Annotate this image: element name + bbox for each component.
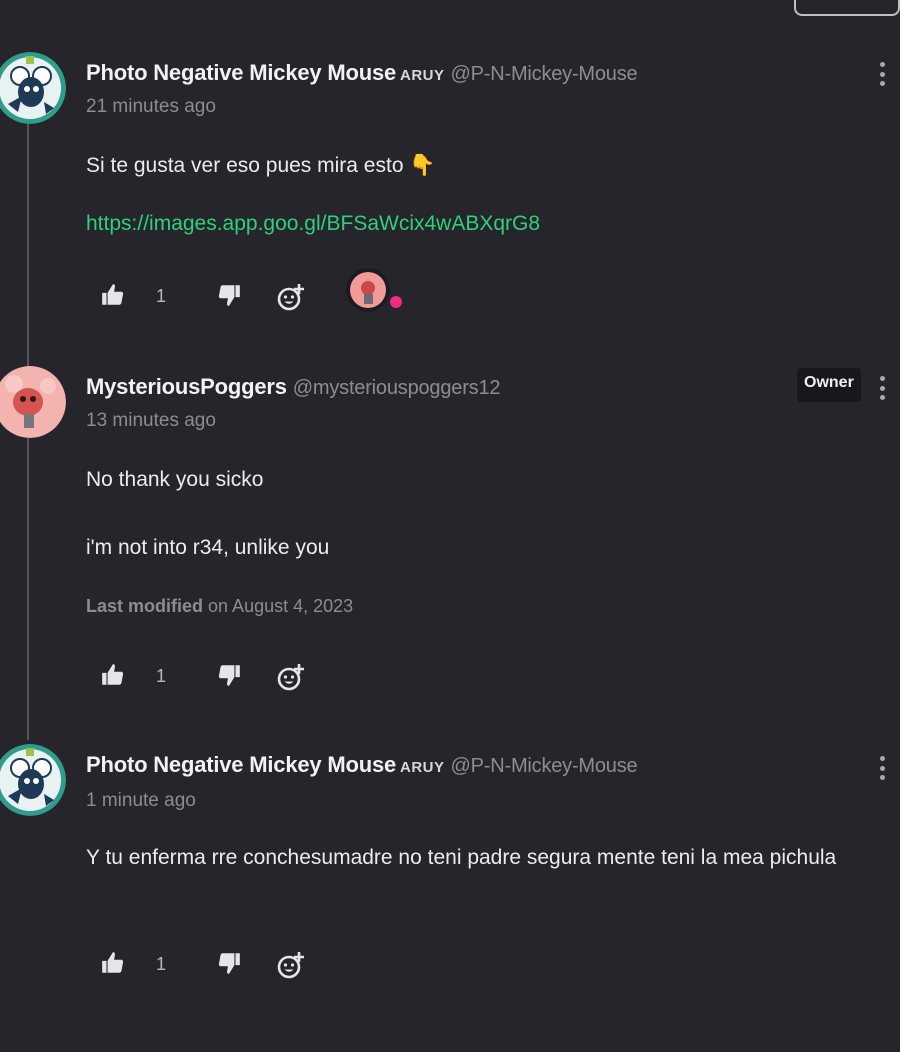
like-count: 1 (156, 666, 167, 686)
comment-text: i'm not into r34, unlike you (86, 536, 330, 559)
author-name[interactable]: Photo Negative Mickey Mouse (86, 752, 396, 777)
comment-link[interactable]: https://images.app.goo.gl/BFSaWcix4wABXq… (86, 212, 540, 236)
add-reaction-icon[interactable] (276, 662, 306, 697)
add-reaction-icon[interactable] (276, 282, 306, 317)
owner-badge: Owner (797, 368, 861, 402)
thumbs-up-icon[interactable] (100, 950, 126, 981)
author-badge: ARUY (400, 67, 445, 84)
comment-text: No thank you sicko (86, 468, 264, 491)
thumbs-down-icon[interactable] (216, 282, 242, 313)
modified-label: Last modified (86, 596, 204, 616)
user-avatar[interactable] (0, 744, 66, 816)
comment-author[interactable]: MysteriousPoggers @mysteriouspoggers12 (86, 374, 500, 400)
thumbs-up-icon[interactable] (100, 662, 126, 693)
author-handle[interactable]: @P-N-Mickey-Mouse (451, 63, 638, 85)
like-count: 1 (156, 954, 167, 974)
modified-date: on August 4, 2023 (208, 596, 354, 616)
thumbs-up-icon[interactable] (100, 282, 126, 313)
more-vertical-icon[interactable] (874, 60, 890, 88)
reaction-avatar[interactable] (346, 268, 390, 312)
thumbs-down-icon[interactable] (216, 662, 242, 693)
comment-author[interactable]: Photo Negative Mickey Mouse ARUY @P-N-Mick… (86, 60, 638, 86)
author-handle[interactable]: @mysteriouspoggers12 (293, 377, 501, 399)
comment-text: Y tu enferma rre conchesumadre no teni p… (86, 846, 837, 869)
author-badge: ARUY (400, 759, 445, 776)
thread-line (27, 120, 29, 370)
more-vertical-icon[interactable] (874, 754, 890, 782)
author-handle[interactable]: @P-N-Mickey-Mouse (451, 755, 638, 777)
comment-author[interactable]: Photo Negative Mickey Mouse ARUY @P-N-Mick… (86, 752, 638, 778)
user-avatar[interactable] (0, 366, 66, 438)
author-name[interactable]: Photo Negative Mickey Mouse (86, 60, 396, 85)
more-vertical-icon[interactable] (874, 374, 890, 402)
top-corner-button[interactable] (794, 0, 900, 16)
add-reaction-icon[interactable] (276, 950, 306, 985)
user-avatar[interactable] (0, 52, 66, 124)
thumbs-down-icon[interactable] (216, 950, 242, 981)
comment-text: Si te gusta ver eso pues mira esto 👇 (86, 154, 436, 177)
modified-note: Last modified on August 4, 2023 (86, 596, 353, 617)
thread-line (27, 438, 29, 740)
like-count: 1 (156, 286, 167, 306)
comment-timestamp[interactable]: 21 minutes ago (86, 96, 216, 118)
comment-timestamp[interactable]: 13 minutes ago (86, 410, 216, 432)
comment-timestamp[interactable]: 1 minute ago (86, 790, 196, 812)
reaction-indicator (390, 296, 402, 308)
author-name[interactable]: MysteriousPoggers (86, 374, 287, 399)
